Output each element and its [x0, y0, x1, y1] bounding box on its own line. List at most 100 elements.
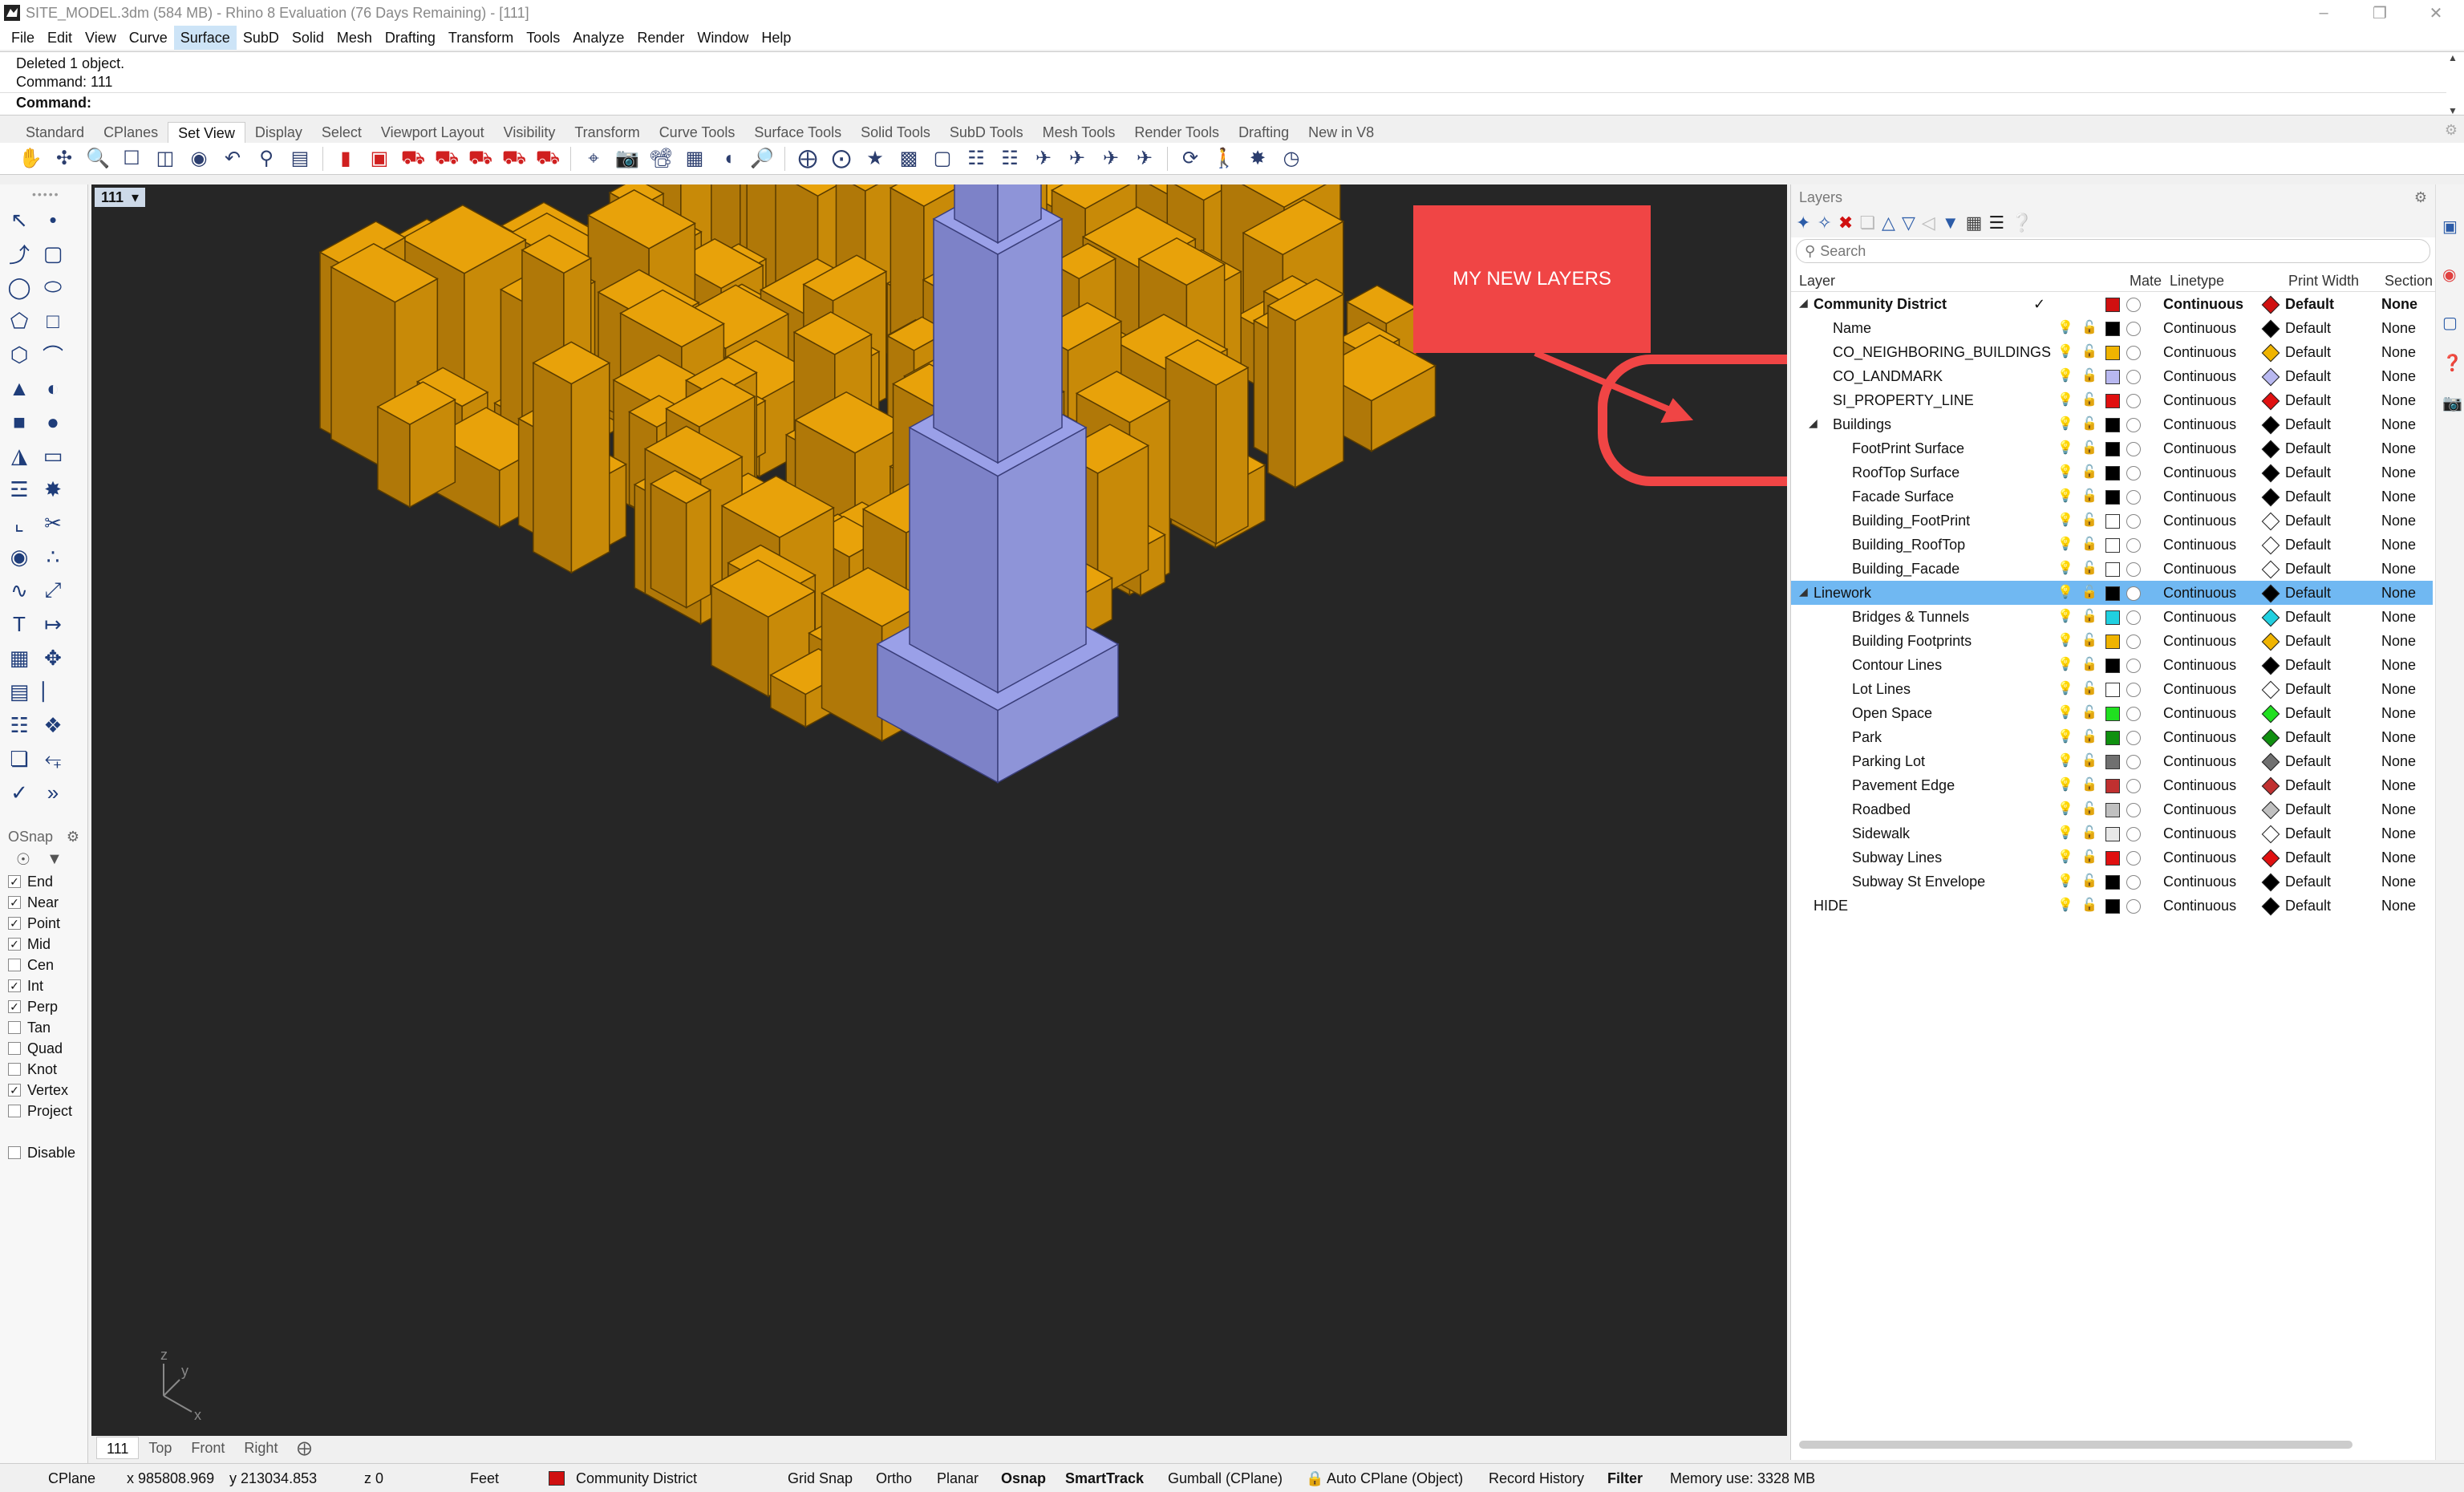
osnap-disable-checkbox[interactable]: [8, 1146, 21, 1159]
status-record-history[interactable]: Record History: [1489, 1470, 1584, 1487]
layer-color-swatch[interactable]: [2105, 418, 2120, 432]
car-view-top-icon[interactable]: ⛟: [500, 144, 529, 173]
layer-print-width[interactable]: Default: [2285, 729, 2331, 746]
lock-icon[interactable]: 🔓: [2081, 680, 2097, 695]
print-color-diamond-icon[interactable]: [2261, 488, 2280, 507]
materials-tab-icon[interactable]: ◉: [2442, 265, 2456, 285]
lock-icon[interactable]: 🔓: [2081, 632, 2097, 647]
close-button[interactable]: ✕: [2408, 0, 2464, 26]
layer-color-swatch[interactable]: [2105, 827, 2120, 841]
layer-name[interactable]: Park: [1852, 729, 1882, 746]
layer-row[interactable]: Contour Lines 💡 🔓 Continuous Default None: [1791, 653, 2433, 677]
zoom-selected-icon[interactable]: ◉: [184, 144, 213, 173]
material-icon[interactable]: [2126, 514, 2141, 529]
layer-print-width[interactable]: Default: [2285, 657, 2331, 674]
print-color-diamond-icon[interactable]: [2261, 440, 2280, 459]
layer-print-width[interactable]: Default: [2285, 753, 2331, 770]
camera-tab-icon[interactable]: 📷: [2442, 393, 2462, 413]
menu-edit[interactable]: Edit: [41, 26, 79, 50]
layer-section[interactable]: None: [2381, 825, 2416, 842]
layer-section[interactable]: None: [2381, 681, 2416, 698]
tab-standard[interactable]: Standard: [16, 122, 94, 143]
layer-print-width[interactable]: Default: [2285, 344, 2331, 361]
mesh-icon[interactable]: ☲: [5, 475, 34, 504]
select-icon[interactable]: ↖: [5, 205, 34, 234]
more-icon[interactable]: »: [38, 778, 67, 807]
four-view-icon[interactable]: ▦: [680, 144, 709, 173]
osnap-project-checkbox[interactable]: [8, 1105, 21, 1117]
status-units[interactable]: Feet: [470, 1470, 499, 1487]
layer-linetype[interactable]: Continuous: [2163, 296, 2243, 313]
osnap-end-checkbox[interactable]: ✓: [8, 875, 21, 888]
print-color-diamond-icon[interactable]: [2261, 584, 2280, 603]
layer-print-width[interactable]: Default: [2285, 801, 2331, 818]
layer-section[interactable]: None: [2381, 320, 2416, 337]
tab-visibility[interactable]: Visibility: [494, 122, 565, 143]
material-icon[interactable]: [2126, 442, 2141, 456]
lock-icon[interactable]: 🔓: [2081, 440, 2097, 455]
layer-section[interactable]: None: [2381, 657, 2416, 674]
layer-print-width[interactable]: Default: [2285, 320, 2331, 337]
layer-row[interactable]: Subway St Envelope 💡 🔓 Continuous Default Non…: [1791, 870, 2433, 894]
status-gumball[interactable]: Gumball (CPlane): [1168, 1470, 1283, 1487]
viewport-title[interactable]: 111 ▾: [95, 188, 146, 207]
dim-icon[interactable]: ↦: [38, 610, 67, 639]
layer-row[interactable]: RoofTop Surface 💡 🔓 Continuous Default None: [1791, 460, 2433, 484]
layer-color-swatch[interactable]: [2105, 442, 2120, 456]
layer-linetype[interactable]: Continuous: [2163, 416, 2236, 433]
point-icon[interactable]: •: [38, 205, 67, 234]
lock-icon[interactable]: 🔓: [2081, 391, 2097, 407]
col-layer[interactable]: Layer: [1799, 273, 1835, 290]
circle-icon[interactable]: ◯: [5, 273, 34, 302]
menu-file[interactable]: File: [5, 26, 41, 50]
print-color-diamond-icon[interactable]: [2261, 897, 2280, 916]
layer-row[interactable]: Facade Surface 💡 🔓 Continuous Default None: [1791, 484, 2433, 509]
layer-row[interactable]: Subway Lines 💡 🔓 Continuous Default None: [1791, 845, 2433, 870]
layer-color-swatch[interactable]: [2105, 562, 2120, 577]
layer-linetype[interactable]: Continuous: [2163, 561, 2236, 578]
layer-color-swatch[interactable]: [2105, 370, 2120, 384]
print-color-diamond-icon[interactable]: [2261, 728, 2280, 748]
tab-surface-tools[interactable]: Surface Tools: [744, 122, 851, 143]
polygon-icon[interactable]: ⬠: [5, 306, 34, 335]
layer-print-width[interactable]: Default: [2285, 513, 2331, 529]
layer-section[interactable]: None: [2381, 344, 2416, 361]
airplane-icon[interactable]: ✈: [1029, 144, 1058, 173]
layer-row[interactable]: CO_LANDMARK 💡 🔓 Continuous Default None: [1791, 364, 2433, 388]
curve-icon[interactable]: ∿: [5, 576, 34, 605]
material-icon[interactable]: [2126, 779, 2141, 793]
osnap-quad-row[interactable]: Quad: [0, 1038, 87, 1059]
visibility-bulb-icon[interactable]: 💡: [2057, 680, 2073, 695]
visibility-bulb-icon[interactable]: 💡: [2057, 656, 2073, 671]
check-icon[interactable]: ✓: [5, 778, 34, 807]
osnap-quad-checkbox[interactable]: [8, 1042, 21, 1055]
tab-subd-tools[interactable]: SubD Tools: [940, 122, 1033, 143]
layer-color-swatch[interactable]: [2105, 298, 2120, 312]
layer-name[interactable]: Open Space: [1852, 705, 1932, 722]
layer-linetype[interactable]: Continuous: [2163, 657, 2236, 674]
lock-icon[interactable]: 🔓: [2081, 752, 2097, 768]
material-icon[interactable]: [2126, 538, 2141, 553]
material-icon[interactable]: [2126, 899, 2141, 914]
layer-print-width[interactable]: Default: [2285, 416, 2331, 433]
layer-linetype[interactable]: Continuous: [2163, 729, 2236, 746]
print-color-diamond-icon[interactable]: [2261, 752, 2280, 772]
layer-name[interactable]: Facade Surface: [1852, 489, 1954, 505]
layer-color-swatch[interactable]: [2105, 731, 2120, 745]
filter-icon[interactable]: ▼: [47, 850, 63, 869]
visibility-bulb-icon[interactable]: 💡: [2057, 464, 2073, 479]
lock-icon[interactable]: 🔓: [2081, 488, 2097, 503]
layer-name[interactable]: Sidewalk: [1852, 825, 1910, 842]
layer-linetype[interactable]: Continuous: [2163, 753, 2236, 770]
new-sublayer-icon[interactable]: ✧: [1817, 213, 1831, 233]
menu-analyze[interactable]: Analyze: [566, 26, 630, 50]
layer-linetype[interactable]: Continuous: [2163, 368, 2236, 385]
layer-color-swatch[interactable]: [2105, 346, 2120, 360]
lock-icon[interactable]: 🔓: [2081, 464, 2097, 479]
viewport-tab-front[interactable]: Front: [181, 1437, 234, 1459]
timer-icon[interactable]: ◷: [1277, 144, 1306, 173]
layer-section[interactable]: None: [2381, 416, 2416, 433]
tab-select[interactable]: Select: [312, 122, 371, 143]
material-icon[interactable]: [2126, 827, 2141, 841]
zoom-window-icon[interactable]: ◫: [151, 144, 180, 173]
